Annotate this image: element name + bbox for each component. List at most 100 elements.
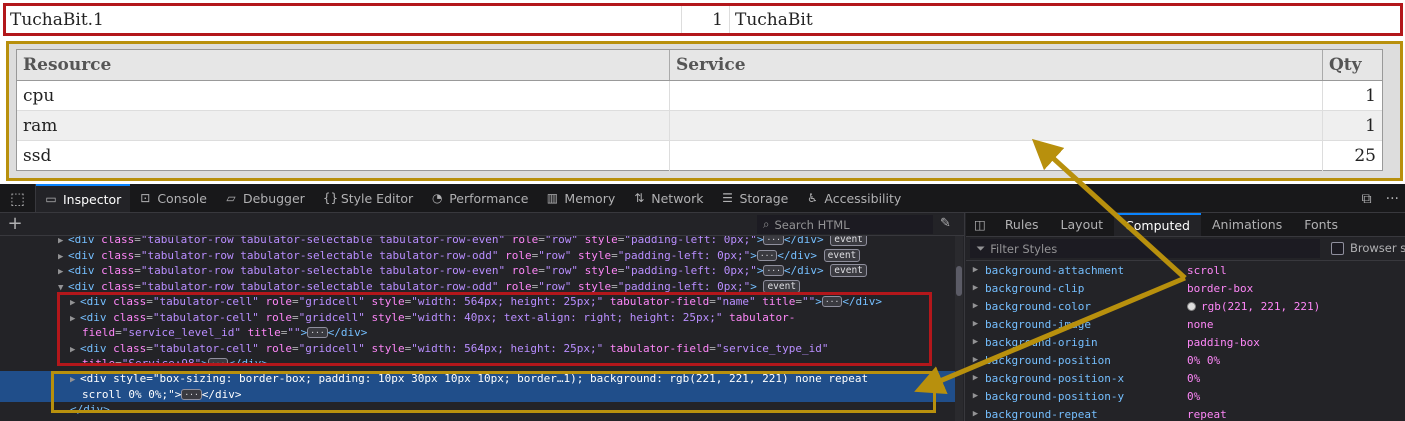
filter-row: ⏷ Filter Styles Browser st [966, 237, 1405, 261]
tab-memory[interactable]: ▥ Memory [537, 184, 624, 212]
tab-computed[interactable]: Computed [1114, 213, 1201, 236]
computed-property[interactable]: ▶ background-color rgb(221, 221, 221) [966, 297, 1405, 315]
performance-icon: ◔ [431, 191, 443, 205]
property-name: background-position-x [985, 371, 1125, 385]
tab-rules[interactable]: Rules [994, 213, 1050, 236]
tree-node[interactable]: ▶ <div class="tabulator-row tabulator-sel… [0, 236, 955, 248]
tab-label: Network [651, 190, 704, 206]
property-value: scroll [1187, 263, 1227, 277]
toggle-sidebar-icon[interactable]: ◫ [966, 213, 994, 236]
sidebar-tabs: ◫ Rules Layout Computed Animations Fonts [966, 213, 1405, 237]
property-name: background-color [985, 299, 1091, 313]
property-value: 0% 0% [1187, 353, 1221, 367]
network-icon: ⇅ [634, 191, 645, 205]
markup-scrollbar[interactable] [955, 236, 963, 421]
computed-properties: ▶ background-attachment scroll ▶ background… [966, 261, 1405, 421]
table-row[interactable]: ssd 25 [17, 141, 1382, 171]
tab-inspector[interactable]: ▭ Inspector [36, 184, 131, 212]
browser-styles-toggle[interactable]: Browser st [1331, 241, 1405, 255]
color-swatch-icon[interactable] [1187, 301, 1196, 311]
computed-property[interactable]: ▶ background-attachment scroll [966, 261, 1405, 279]
inspector-icon: ▭ [45, 192, 57, 206]
tab-layout[interactable]: Layout [1050, 213, 1115, 236]
cell-service [670, 141, 1323, 171]
responsive-design-icon[interactable]: ⧉ [1362, 191, 1372, 207]
cell-service [670, 81, 1323, 110]
row-qty-cell: 1 [682, 6, 730, 33]
tree-node[interactable]: ▶ <div class="tabulator-row tabulator-sel… [0, 263, 955, 279]
tab-console[interactable]: ⊡ Console [130, 184, 216, 212]
memory-icon: ▥ [546, 191, 559, 205]
property-name: background-clip [985, 281, 1085, 295]
tab-label: Memory [564, 190, 616, 206]
storage-icon: ☰ [722, 191, 733, 205]
style-editor-icon: {} [322, 191, 339, 205]
property-value: padding-box [1187, 335, 1260, 349]
tree-node[interactable]: ▶ <div class="tabulator-row tabulator-sel… [0, 248, 955, 264]
table-row[interactable]: cpu 1 [17, 81, 1382, 111]
header-resource[interactable]: Resource [17, 50, 670, 80]
cell-resource: cpu [17, 81, 670, 110]
computed-property[interactable]: ▶ background-position-y 0% [966, 387, 1405, 405]
filter-icon: ⏷ [976, 241, 986, 255]
tab-label: Accessibility [824, 190, 902, 206]
row-name-cell: TuchaBit.1 [6, 6, 682, 33]
cell-resource: ssd [17, 141, 670, 171]
more-options-icon[interactable]: ··· [1386, 191, 1399, 207]
property-value: border-box [1187, 281, 1254, 295]
tab-performance[interactable]: ◔ Performance [422, 184, 537, 212]
property-name: background-attachment [985, 263, 1125, 277]
tab-label: Storage [739, 190, 789, 206]
computed-property[interactable]: ▶ background-repeat repeat [966, 405, 1405, 421]
element-picker-icon[interactable]: ⬚ [0, 184, 36, 212]
add-node-icon[interactable]: + [0, 215, 30, 233]
property-value: 0% [1187, 389, 1201, 403]
header-service[interactable]: Service [670, 50, 1323, 80]
tab-animations[interactable]: Animations [1201, 213, 1293, 236]
cell-qty: 1 [1365, 115, 1376, 136]
console-icon: ⊡ [140, 191, 151, 205]
tab-network[interactable]: ⇅ Network [624, 184, 712, 212]
tab-label: Debugger [242, 190, 305, 206]
eyedropper-icon[interactable]: ✎ [940, 216, 951, 231]
markup-toolbar: + ⌕ Search HTML ✎ [0, 213, 964, 236]
tab-accessibility[interactable]: ♿ Accessibility [797, 184, 910, 212]
filter-styles-input[interactable]: ⏷ Filter Styles [970, 239, 1320, 258]
header-qty[interactable]: Qty [1323, 50, 1382, 80]
property-value: rgb(221, 221, 221) [1201, 299, 1321, 313]
search-placeholder: Search HTML [774, 217, 850, 232]
table-row[interactable]: ram 1 [17, 111, 1382, 141]
tab-debugger[interactable]: ▱ Debugger [216, 184, 314, 212]
property-value: 0% [1187, 371, 1201, 385]
browser-styles-checkbox[interactable] [1331, 241, 1344, 255]
tab-style-editor[interactable]: {} Style Editor [314, 184, 422, 212]
computed-property[interactable]: ▶ background-position-x 0% [966, 369, 1405, 387]
nested-subtable-container: Resource Service Qty cpu 1 ram 1 ssd 25 [6, 41, 1403, 181]
computed-property[interactable]: ▶ background-position 0% 0% [966, 351, 1405, 369]
subtable-header: Resource Service Qty [17, 50, 1382, 81]
annotation-red-box [57, 292, 932, 366]
property-value: repeat [1187, 407, 1227, 421]
browser-styles-label: Browser st [1350, 241, 1405, 255]
search-html-input[interactable]: ⌕ Search HTML [757, 215, 933, 234]
tab-fonts[interactable]: Fonts [1293, 213, 1349, 236]
computed-property[interactable]: ▶ background-origin padding-box [966, 333, 1405, 351]
tab-label: Inspector [63, 191, 122, 207]
property-name: background-position [985, 353, 1111, 367]
nested-subtable: Resource Service Qty cpu 1 ram 1 ssd 25 [16, 49, 1383, 171]
cell-qty: 1 [1365, 85, 1376, 106]
property-name: background-position-y [985, 389, 1125, 403]
accessibility-icon: ♿ [806, 191, 818, 205]
computed-property[interactable]: ▶ background-image none [966, 315, 1405, 333]
parent-table-row[interactable]: TuchaBit.1 1 TuchaBit [3, 3, 1403, 36]
property-value: none [1187, 317, 1214, 331]
cell-qty: 25 [1354, 146, 1376, 166]
property-name: background-image [985, 317, 1091, 331]
tab-label: Performance [449, 190, 529, 206]
computed-property[interactable]: ▶ background-clip border-box [966, 279, 1405, 297]
filter-placeholder: Filter Styles [990, 241, 1058, 256]
property-name: background-origin [985, 335, 1098, 349]
debugger-icon: ▱ [226, 191, 236, 205]
tab-storage[interactable]: ☰ Storage [712, 184, 797, 212]
tab-label: Style Editor [340, 190, 414, 206]
